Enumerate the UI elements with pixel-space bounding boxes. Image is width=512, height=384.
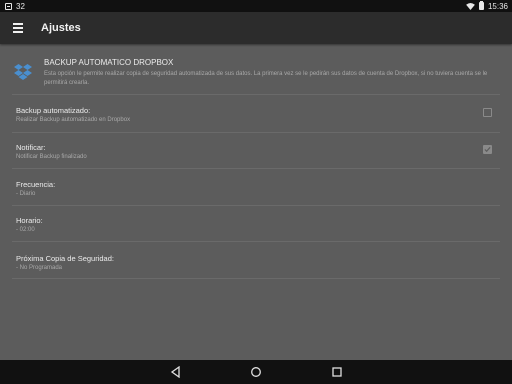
pref-title: Frecuencia: <box>16 180 56 189</box>
settings-screen: 32 15:36 Ajustes BACKUP AUTOMATICO DROPB… <box>0 0 512 384</box>
back-icon[interactable] <box>170 366 182 378</box>
dropbox-icon <box>14 64 32 80</box>
notificar-checkbox[interactable] <box>483 145 492 154</box>
pref-title: Backup automatizado: <box>16 106 91 115</box>
notification-count: 32 <box>16 1 25 11</box>
pref-backup-automatizado[interactable]: Backup automatizado: Realizar Backup aut… <box>0 96 512 132</box>
pref-summary: - No Programada <box>16 265 63 271</box>
pref-title: Horario: <box>16 216 43 225</box>
divider <box>12 241 500 242</box>
divider <box>12 168 500 169</box>
page-title: Ajustes <box>41 22 81 34</box>
dropbox-header-title: BACKUP AUTOMATICO DROPBOX <box>44 58 174 67</box>
divider <box>12 94 500 95</box>
pref-notificar[interactable]: Notificar: Notificar Backup finalizado <box>0 133 512 169</box>
pref-title: Próxima Copia de Seguridad: <box>16 254 114 263</box>
pref-frecuencia[interactable]: Frecuencia: - Diario <box>0 170 512 206</box>
battery-icon <box>478 1 484 10</box>
settings-content: BACKUP AUTOMATICO DROPBOX Esta opción le… <box>0 44 512 360</box>
pref-summary: Realizar Backup automatizado en Dropbox <box>16 117 131 123</box>
menu-icon[interactable] <box>12 22 28 34</box>
status-left: 32 <box>5 2 25 11</box>
pref-title: Notificar: <box>16 143 46 152</box>
status-right: 15:36 <box>466 1 508 11</box>
checkmark-icon <box>484 146 491 153</box>
status-time: 15:36 <box>487 1 508 11</box>
dropbox-header: BACKUP AUTOMATICO DROPBOX Esta opción le… <box>12 58 502 90</box>
pref-horario[interactable]: Horario: - 02:00 <box>0 206 512 242</box>
status-bar: 32 15:36 <box>0 0 512 12</box>
divider <box>12 278 500 279</box>
dropbox-header-description: Esta opción le permite realizar copia de… <box>44 71 488 86</box>
wifi-icon <box>466 2 475 10</box>
pref-summary: Notificar Backup finalizado <box>16 154 87 160</box>
pref-summary: - Diario <box>16 191 36 197</box>
navigation-bar <box>0 360 512 384</box>
recents-icon[interactable] <box>331 366 343 378</box>
pref-proxima-copia[interactable]: Próxima Copia de Seguridad: - No Program… <box>0 244 512 280</box>
app-bar: Ajustes <box>0 12 512 44</box>
backup-automatizado-checkbox[interactable] <box>483 108 492 117</box>
pref-summary: - 02:00 <box>16 227 35 233</box>
notification-icon <box>5 2 12 10</box>
home-icon[interactable] <box>250 366 262 378</box>
